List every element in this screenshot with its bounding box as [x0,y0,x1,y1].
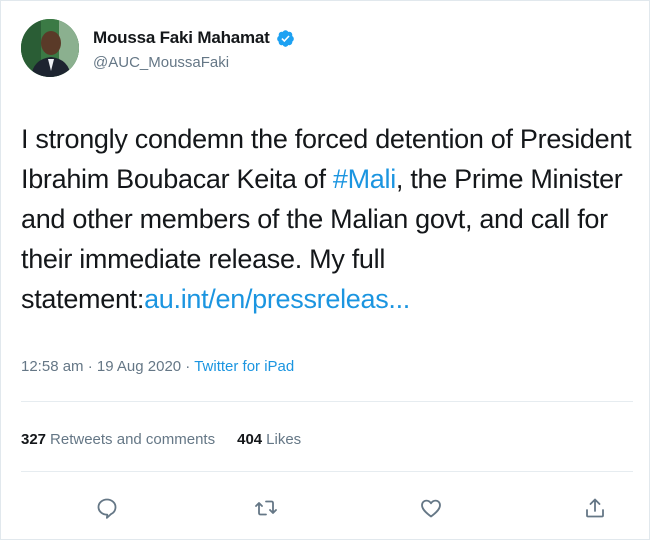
action-bar [1,496,650,526]
likes-stat[interactable]: 404 Likes [237,431,301,448]
verified-badge-icon [276,29,294,47]
tweet-card: Moussa Faki Mahamat @AUC_MoussaFaki I st… [0,0,650,540]
author-display-name[interactable]: Moussa Faki Mahamat [93,28,270,48]
likes-label: Likes [266,431,302,448]
engagement-stats: 327 Retweets and comments 404 Likes [21,431,301,448]
tweet-timestamp[interactable]: 12:58 am · 19 Aug 2020 · [21,358,194,375]
divider [21,471,633,472]
reply-button[interactable] [95,496,119,520]
retweets-count: 327 [21,431,47,448]
author-name-row: Moussa Faki Mahamat [93,28,295,48]
tweet-source-link[interactable]: Twitter for iPad [194,358,294,375]
like-icon [421,499,441,518]
retweets-stat[interactable]: 327 Retweets and comments [21,431,215,448]
avatar[interactable] [21,19,79,77]
statement-link[interactable]: au.int/en/pressreleas... [144,284,410,314]
share-icon [586,498,604,518]
hashtag-link[interactable]: #Mali [333,164,396,194]
retweets-label: Retweets and comments [50,431,216,448]
retweet-icon [255,500,277,516]
reply-icon [97,498,117,519]
share-button[interactable] [583,496,607,520]
tweet-text: I strongly condemn the forced detention … [21,119,633,319]
likes-count: 404 [237,431,263,448]
retweet-button[interactable] [254,496,278,520]
author-handle[interactable]: @AUC_MoussaFaki [93,54,229,71]
divider [21,401,633,402]
tweet-meta: 12:58 am · 19 Aug 2020 · Twitter for iPa… [21,358,294,375]
like-button[interactable] [419,496,443,520]
